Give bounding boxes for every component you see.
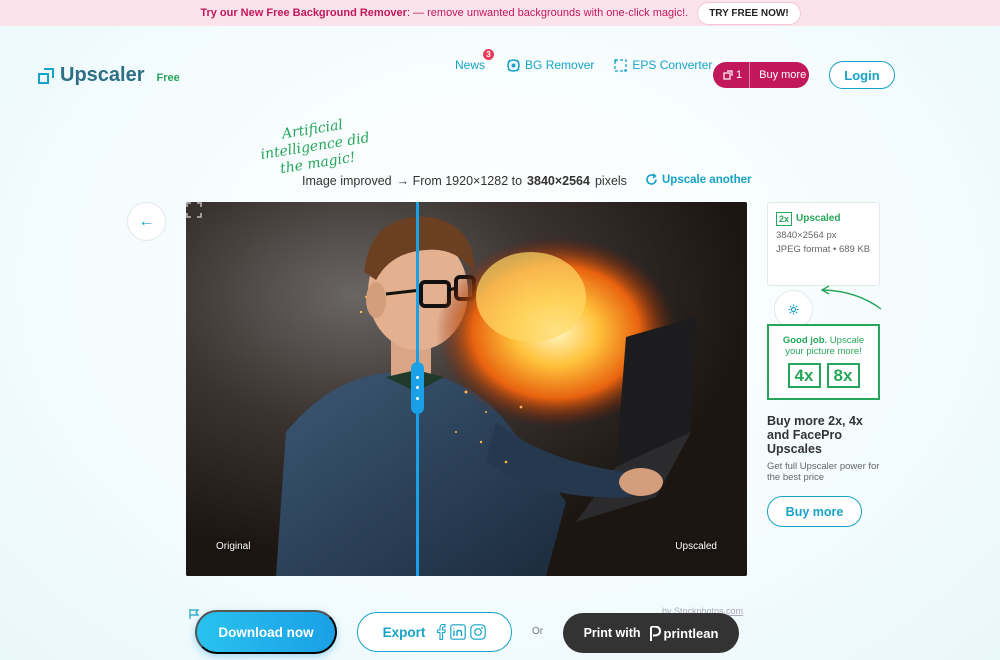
- login-button[interactable]: Login: [829, 61, 895, 89]
- or-separator: Or: [532, 626, 544, 637]
- arrow-left-icon: ←: [138, 212, 155, 230]
- upsell-text: Good job. Upscale your picture more!: [782, 335, 865, 357]
- export-label: Export: [382, 624, 426, 640]
- logo[interactable]: Upscaler Free: [38, 64, 180, 87]
- buy-credits-button[interactable]: 1 Buy more: [713, 62, 809, 88]
- printlean-brand: printlean: [663, 625, 719, 641]
- upsell-factors: 4x 8x: [774, 363, 873, 388]
- nav-bg-remover-label: BG Remover: [525, 58, 595, 72]
- upscale-another-label: Upscale another: [662, 173, 752, 186]
- eps-converter-icon: [614, 58, 628, 72]
- hand-drawn-arrow-icon: [820, 285, 882, 310]
- back-button[interactable]: ←: [127, 202, 166, 241]
- label-upscaled: Upscaled: [675, 541, 717, 552]
- result-info-card: 2x Upscaled 3840×2564 px JPEG format • 6…: [767, 202, 880, 286]
- result-summary: Image improved → From 1920×1282 to 3840×…: [302, 174, 627, 188]
- promo-bar: Try our New Free Background Remover: — r…: [0, 0, 1000, 26]
- status-label: Upscaled: [796, 213, 841, 224]
- main-page: Upscaler Free News 3 BG Remover EPS Conv…: [0, 26, 1000, 660]
- buy-more-button[interactable]: Buy more: [767, 496, 862, 527]
- compare-handle[interactable]: [411, 362, 424, 414]
- news-count-badge: 3: [483, 49, 495, 60]
- fullscreen-icon[interactable]: [186, 202, 202, 218]
- refresh-icon: [646, 173, 657, 185]
- info-format: JPEG format • 689 KB: [776, 244, 871, 255]
- plan-badge: Free: [156, 72, 180, 84]
- upscale-another-link[interactable]: Upscale another: [645, 173, 751, 186]
- info-status: 2x Upscaled: [776, 212, 871, 226]
- buy-more-subtitle: Get full Upscaler power for the best pri…: [767, 461, 880, 483]
- upsell-card: Good job. Upscale your picture more! 4x …: [767, 324, 880, 400]
- result-unit: pixels: [594, 174, 627, 188]
- printlean-logo-icon: [649, 625, 661, 641]
- upscaler-logo-icon: [38, 67, 54, 84]
- facebook-icon[interactable]: [436, 624, 447, 640]
- instagram-icon[interactable]: [470, 624, 487, 640]
- print-label: Print with: [583, 626, 641, 640]
- gear-icon: [788, 304, 799, 315]
- result-new-size: 3840×2564: [527, 174, 590, 188]
- nav-bg-remover[interactable]: BG Remover: [507, 58, 594, 72]
- social-icons: [436, 624, 487, 640]
- linkedin-icon[interactable]: [450, 624, 467, 640]
- nav-eps-converter[interactable]: EPS Converter: [614, 58, 712, 72]
- label-original: Original: [216, 541, 251, 552]
- ai-magic-note: Artificial intelligence did the magic!: [259, 117, 371, 178]
- printlean-logo: printlean: [649, 625, 719, 641]
- factor-8x-button[interactable]: 8x: [826, 363, 860, 388]
- factor-4x-button[interactable]: 4x: [787, 363, 821, 388]
- result-improved: Image improved: [302, 174, 392, 188]
- nav-news-label: News: [455, 58, 486, 72]
- result-from: → From 1920×1282 to: [396, 174, 523, 188]
- bg-remover-icon: [507, 58, 520, 72]
- download-button[interactable]: Download now: [195, 610, 337, 654]
- export-button[interactable]: Export: [357, 612, 512, 652]
- credits-count-value: 1: [736, 69, 743, 81]
- promo-message: Try our New Free Background Remover: — r…: [200, 7, 689, 19]
- credits-icon: [723, 70, 733, 80]
- info-dimensions: 3840×2564 px: [776, 230, 837, 241]
- buy-credits-label: Buy more: [759, 69, 807, 81]
- top-nav: News 3 BG Remover EPS Converter: [455, 49, 712, 72]
- nav-news[interactable]: News 3: [455, 49, 495, 72]
- comparison-viewer[interactable]: Original Upscaled: [186, 202, 747, 576]
- nav-eps-converter-label: EPS Converter: [632, 58, 713, 72]
- try-free-button[interactable]: TRY FREE NOW!: [698, 2, 800, 24]
- comparison-image: [186, 202, 747, 576]
- print-button[interactable]: Print with printlean: [563, 613, 739, 653]
- credits-count: 1: [713, 62, 751, 88]
- factor-tag: 2x: [776, 212, 793, 226]
- buy-more-title: Buy more 2x, 4x and FacePro Upscales: [767, 414, 863, 456]
- logo-text: Upscaler: [60, 64, 145, 86]
